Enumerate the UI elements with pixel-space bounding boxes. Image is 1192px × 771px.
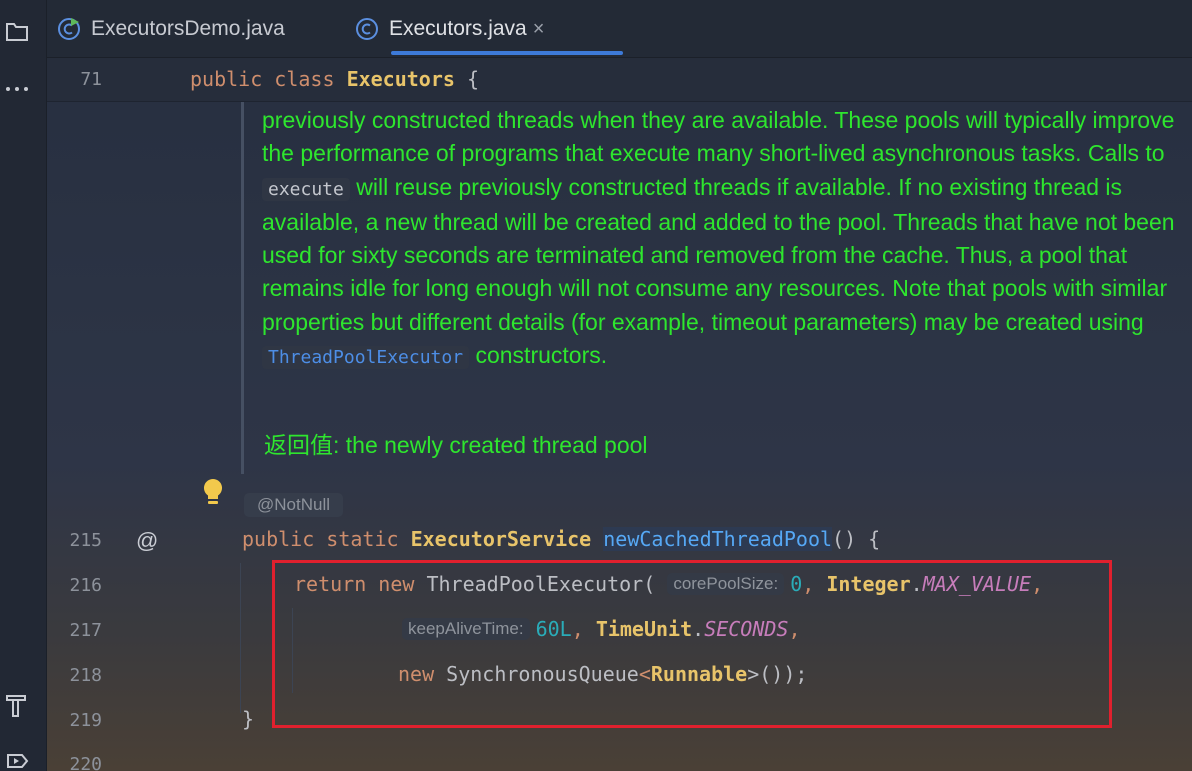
lightbulb-icon[interactable] [202, 478, 224, 508]
line-number: 219 [69, 710, 102, 731]
sticky-code: public class Executors { [190, 67, 480, 91]
line-number: 71 [80, 69, 102, 90]
implementation-at-icon[interactable]: @ [136, 528, 158, 554]
indent-guide [240, 563, 241, 713]
tool-window-strip [0, 0, 47, 771]
sticky-class-header[interactable]: 71 public class Executors { [47, 58, 1192, 102]
tab-label: ExecutorsDemo.java [91, 17, 285, 40]
line-number: 216 [69, 575, 102, 596]
java-class-run-icon [58, 18, 80, 40]
active-tab-indicator [391, 51, 623, 55]
line-number: 220 [69, 754, 102, 771]
code-line-215: public static ExecutorService newCachedT… [242, 527, 881, 551]
tab-executors-demo[interactable]: ExecutorsDemo.java [57, 0, 285, 58]
project-folder-icon[interactable] [0, 16, 34, 46]
javadoc-return: 返回值: the newly created thread pool [264, 432, 648, 458]
thread-pool-executor-link[interactable]: ThreadPoolExecutor [262, 346, 470, 370]
run-services-icon[interactable] [0, 746, 34, 771]
inferred-annotation: @NotNull [244, 493, 343, 517]
code-line-219: } [242, 707, 255, 731]
rendered-javadoc: previously constructed threads when they… [262, 107, 1175, 370]
tab-label: Executors.java [389, 17, 527, 40]
code-editor[interactable]: 71 public class Executors { previously c… [47, 58, 1192, 771]
line-number: 218 [69, 665, 102, 686]
close-tab-icon[interactable]: × [533, 18, 545, 41]
build-hammer-icon[interactable] [0, 690, 34, 720]
tab-executors[interactable]: Executors.java × [355, 0, 544, 58]
editor-tab-bar: ExecutorsDemo.java Executors.java × [47, 0, 1192, 58]
line-number: 215 [69, 530, 102, 551]
more-tools-icon[interactable] [0, 74, 34, 104]
line-number: 217 [69, 620, 102, 641]
inline-code-execute: execute [262, 177, 350, 201]
doc-comment-bar [241, 102, 244, 474]
java-class-icon [356, 18, 378, 40]
highlight-box [272, 560, 1112, 728]
